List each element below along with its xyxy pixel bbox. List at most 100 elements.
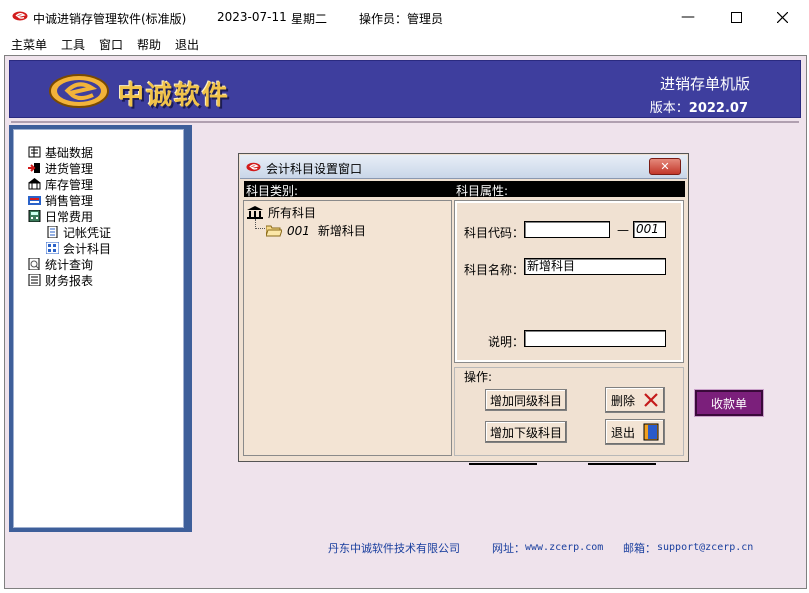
footer-web-label: 网址： [492,542,525,555]
sidebar-item-daily-expense[interactable]: 日常费用 [28,208,111,224]
version-label: 版本： [649,101,689,116]
maximize-icon [730,11,742,23]
sidebar-item-statistics[interactable]: 统计查询 [28,256,111,272]
close-icon: ✕ [660,160,670,173]
category-tree[interactable]: 所有科目 001 新增科目 [243,200,452,456]
delete-x-icon [644,393,658,407]
delete-label: 删除 [610,393,635,408]
dialog-close-button[interactable]: ✕ [649,158,681,175]
code-dash: — [617,223,629,237]
delete-button[interactable]: 删除 [605,387,665,413]
banner-edition: 进销存单机版 [659,75,750,93]
calculator-icon [28,210,41,222]
brand-logo-icon [49,74,109,108]
window-title: 中诚进销存管理软件(标准版) [33,12,187,26]
tree-node-code: 001 [287,223,310,238]
nav-tree: 基础数据 进货管理 库存管理 销售管理 日常费用 记帐凭证 会计科目 统计查询 … [28,144,111,288]
sidebar-item-label: 统计查询 [45,257,94,272]
menu-window[interactable]: 窗口 [99,36,123,53]
add-sibling-button[interactable]: 增加同级科目 [485,389,567,411]
banner: 中诚软件 进销存单机版 版本：2022.07 [9,60,801,118]
sidebar-item-financial-report[interactable]: 财务报表 [28,272,111,288]
app-window: 中诚进销存管理软件(标准版) 2023-07-11 星期二 操作员：管理员 — … [0,0,809,593]
sidebar-item-basic-data[interactable]: 基础数据 [28,144,111,160]
sidebar-item-label: 会计科目 [63,241,112,256]
footer-web-link[interactable]: www.zcerp.com [525,542,603,553]
bank-icon [247,206,263,219]
menu-bar: 主菜单 工具 窗口 帮助 退出 [0,34,809,54]
menu-exit[interactable]: 退出 [175,36,199,53]
sidebar-item-sales[interactable]: 销售管理 [28,192,111,208]
report-icon [28,274,41,286]
attribute-panel-inner: 科目代码： — 001 科目名称： 新增科目 说明： [457,203,681,360]
folder-open-icon [266,225,282,236]
current-date: 2023-07-11 [217,10,287,24]
dialog-title-bar[interactable]: 会计科目设置窗口 ✕ [240,155,687,179]
menu-tools[interactable]: 工具 [61,36,85,53]
maximize-button[interactable] [718,5,754,29]
hidden-button-edge [469,463,537,465]
hidden-button-edge [588,463,656,465]
minimize-button[interactable]: — [670,5,706,29]
import-icon [28,163,40,173]
name-input[interactable]: 新增科目 [524,258,666,275]
operations-title: 操作: [463,368,494,385]
code-input[interactable] [524,221,610,238]
footer-company: 丹东中诚软件技术有限公司 [328,542,460,555]
attribute-header: 科目属性: [456,184,509,198]
sidebar-item-purchase[interactable]: 进货管理 [28,160,111,176]
sidebar-item-label: 库存管理 [45,177,94,192]
tree-node[interactable]: 001 新增科目 [266,222,366,239]
dialog-header: 科目类别: 科目属性: [244,181,685,198]
close-button[interactable] [764,5,800,29]
warehouse-icon [28,178,41,190]
tree-root-label: 所有科目 [268,206,317,220]
operator-label: 操作员：管理员 [359,12,444,26]
exit-door-icon [643,423,659,441]
description-label: 说明： [488,335,525,349]
attribute-panel: 科目代码： — 001 科目名称： 新增科目 说明： [454,200,684,363]
sidebar-item-label: 基础数据 [45,145,94,160]
app-logo-icon [246,162,261,172]
current-weekday: 星期二 [291,12,328,26]
tree-node-name: 新增科目 [317,224,366,238]
book-icon [28,146,41,158]
sidebar-item-label: 记帐凭证 [63,225,112,240]
footer-mail-label: 邮箱： [623,542,656,555]
banner-divider [11,121,799,123]
menu-main[interactable]: 主菜单 [11,36,47,53]
tree-connector [255,219,265,229]
receipt-button[interactable]: 收款单 [694,389,764,417]
banner-version: 版本：2022.07 [650,97,748,116]
document-icon [47,226,58,238]
search-doc-icon [28,258,40,270]
code-suffix-input[interactable]: 001 [633,221,666,238]
account-subject-dialog: 会计科目设置窗口 ✕ 科目类别: 科目属性: 所有科目 001 新增科目 科目代… [238,153,689,462]
description-input[interactable] [524,330,666,347]
sidebar-frame: 基础数据 进货管理 库存管理 销售管理 日常费用 记帐凭证 会计科目 统计查询 … [9,125,192,532]
version-number: 2022.07 [688,101,748,116]
sidebar-item-voucher[interactable]: 记帐凭证 [28,224,111,240]
footer-mail-link[interactable]: support@zcerp.cn [657,542,753,553]
close-icon [776,11,788,23]
dialog-title: 会计科目设置窗口 [266,162,363,176]
sidebar-item-label: 进货管理 [45,161,94,176]
sidebar-item-label: 销售管理 [45,193,94,208]
sidebar-item-inventory[interactable]: 库存管理 [28,176,111,192]
grid-icon [46,242,59,254]
sidebar-item-label: 财务报表 [45,273,94,288]
sidebar-item-account-subject[interactable]: 会计科目 [28,240,111,256]
menu-help[interactable]: 帮助 [137,36,161,53]
title-bar: 中诚进销存管理软件(标准版) 2023-07-11 星期二 操作员：管理员 — [0,0,809,34]
sidebar-item-label: 日常费用 [45,209,94,224]
exit-button[interactable]: 退出 [605,419,665,445]
category-header: 科目类别: [246,184,299,198]
operations-group: 操作: 增加同级科目 增加下级科目 删除 退出 [454,367,684,456]
sales-icon [28,196,41,205]
name-label: 科目名称： [464,263,525,277]
code-label: 科目代码： [464,226,525,240]
minimize-icon: — [681,9,695,25]
add-child-button[interactable]: 增加下级科目 [485,421,567,443]
banner-title: 中诚软件 [118,81,231,111]
exit-label: 退出 [610,425,635,440]
